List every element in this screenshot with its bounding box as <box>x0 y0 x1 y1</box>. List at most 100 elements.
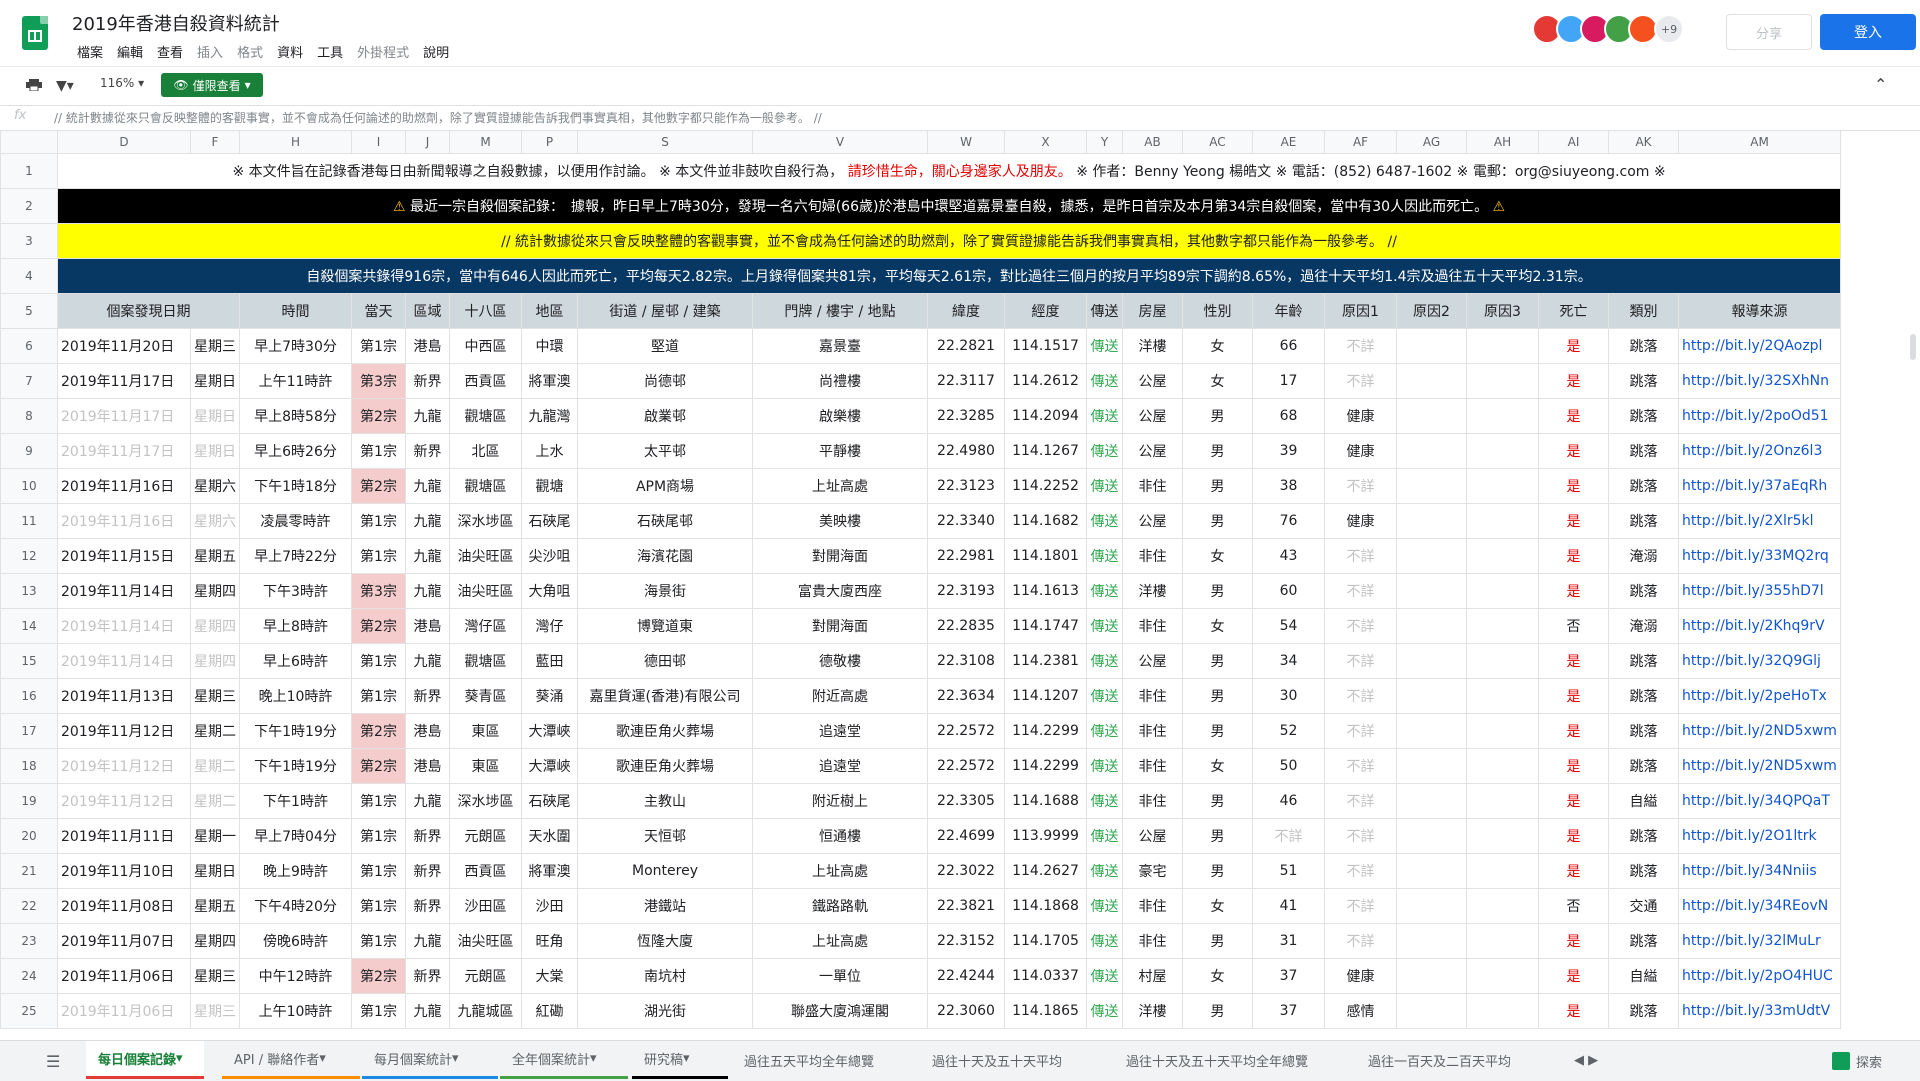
cell-r3[interactable] <box>1466 573 1539 609</box>
column-header[interactable]: M <box>449 130 522 154</box>
cell-r2[interactable] <box>1396 503 1467 539</box>
cell-sex[interactable]: 男 <box>1182 503 1253 539</box>
cell-house[interactable]: 村屋 <box>1122 958 1183 994</box>
cell-area[interactable]: 尖沙咀 <box>521 538 578 574</box>
column-header[interactable]: X <box>1004 130 1087 154</box>
cell-lat[interactable]: 22.3123 <box>927 468 1005 504</box>
cell-reg[interactable]: 港島 <box>405 608 450 644</box>
column-header[interactable]: AK <box>1608 130 1679 154</box>
cell-cat[interactable]: 跳落 <box>1608 853 1679 889</box>
source-link[interactable]: http://bit.ly/33mUdtV <box>1677 993 1842 1029</box>
cell-r2[interactable] <box>1396 888 1467 924</box>
source-link[interactable]: http://bit.ly/2Onz6l3 <box>1677 433 1842 469</box>
cell-day[interactable]: 第3宗 <box>351 573 406 609</box>
cell-age[interactable]: 17 <box>1252 363 1325 399</box>
cell-lng[interactable]: 114.1207 <box>1004 678 1087 714</box>
cell-r2[interactable] <box>1396 538 1467 574</box>
cell-sex[interactable]: 男 <box>1182 468 1253 504</box>
cell-death[interactable]: 是 <box>1538 678 1609 714</box>
cell-place[interactable]: 鐵路路軌 <box>752 888 928 924</box>
cell-cat[interactable]: 跳落 <box>1608 573 1679 609</box>
cell-day[interactable]: 第1宗 <box>351 503 406 539</box>
cell-wd[interactable]: 星期三 <box>190 993 240 1029</box>
cell-lng[interactable]: 114.2094 <box>1004 398 1087 434</box>
cell-lat[interactable]: 22.3285 <box>927 398 1005 434</box>
cell-area[interactable]: 沙田 <box>521 888 578 924</box>
cell-lat[interactable]: 22.4699 <box>927 818 1005 854</box>
cell-time[interactable]: 早上6時26分 <box>239 433 352 469</box>
cell-dist[interactable]: 油尖旺區 <box>449 538 522 574</box>
cell-reg[interactable]: 港島 <box>405 713 450 749</box>
cell-house[interactable]: 洋樓 <box>1122 573 1183 609</box>
cell-place[interactable]: 富貴大廈西座 <box>752 573 928 609</box>
row-number[interactable]: 14 <box>0 608 58 644</box>
cell-r1[interactable]: 不詳 <box>1324 783 1397 819</box>
cell-reg[interactable]: 新界 <box>405 363 450 399</box>
cell-send[interactable]: 傳送 <box>1086 468 1123 504</box>
cell-reg[interactable]: 九龍 <box>405 923 450 959</box>
cell-date[interactable]: 2019年11月12日 <box>57 783 191 819</box>
share-button[interactable]: 分享 <box>1726 14 1812 50</box>
source-link[interactable]: http://bit.ly/34QPQaT <box>1677 783 1842 819</box>
cell-r2[interactable] <box>1396 713 1467 749</box>
sheet-tab[interactable]: 每月個案統計 ▾ <box>362 1041 498 1079</box>
cell-r2[interactable] <box>1396 328 1467 364</box>
cell-sex[interactable]: 男 <box>1182 923 1253 959</box>
cell-r2[interactable] <box>1396 608 1467 644</box>
cell-r3[interactable] <box>1466 503 1539 539</box>
cell-wd[interactable]: 星期一 <box>190 818 240 854</box>
source-link[interactable]: http://bit.ly/34Nniis <box>1677 853 1842 889</box>
cell-house[interactable]: 非住 <box>1122 468 1183 504</box>
cell-cat[interactable]: 跳落 <box>1608 993 1679 1029</box>
cell-street[interactable]: 堅道 <box>577 328 753 364</box>
column-header[interactable]: J <box>405 130 450 154</box>
cell-sex[interactable]: 男 <box>1182 433 1253 469</box>
cell-cat[interactable]: 淹溺 <box>1608 538 1679 574</box>
cell-lng[interactable]: 114.1267 <box>1004 433 1087 469</box>
row-number[interactable]: 6 <box>0 328 58 364</box>
sheet-tab[interactable]: 研究稿 ▾ <box>632 1041 728 1079</box>
cell-send[interactable]: 傳送 <box>1086 573 1123 609</box>
cell-time[interactable]: 早上6時許 <box>239 643 352 679</box>
cell-r3[interactable] <box>1466 643 1539 679</box>
cell-lat[interactable]: 22.2835 <box>927 608 1005 644</box>
cell-death[interactable]: 是 <box>1538 853 1609 889</box>
cell-area[interactable]: 九龍灣 <box>521 398 578 434</box>
column-header[interactable]: H <box>239 130 352 154</box>
cell-lng[interactable]: 114.2627 <box>1004 853 1087 889</box>
cell-area[interactable]: 藍田 <box>521 643 578 679</box>
cell-street[interactable]: 啟業邨 <box>577 398 753 434</box>
cell-lat[interactable]: 22.3193 <box>927 573 1005 609</box>
cell-street[interactable]: 南坑村 <box>577 958 753 994</box>
cell-death[interactable]: 是 <box>1538 993 1609 1029</box>
cell-dist[interactable]: 中西區 <box>449 328 522 364</box>
cell-house[interactable]: 公屋 <box>1122 398 1183 434</box>
source-link[interactable]: http://bit.ly/32lMuLr <box>1677 923 1842 959</box>
cell-sex[interactable]: 男 <box>1182 643 1253 679</box>
cell-r1[interactable]: 不詳 <box>1324 678 1397 714</box>
cell-cat[interactable]: 淹溺 <box>1608 608 1679 644</box>
cell-house[interactable]: 公屋 <box>1122 363 1183 399</box>
cell-r1[interactable]: 不詳 <box>1324 923 1397 959</box>
cell-wd[interactable]: 星期三 <box>190 958 240 994</box>
cell-time[interactable]: 下午1時許 <box>239 783 352 819</box>
cell-reg[interactable]: 新界 <box>405 818 450 854</box>
cell-lng[interactable]: 114.1682 <box>1004 503 1087 539</box>
cell-send[interactable]: 傳送 <box>1086 748 1123 784</box>
cell-date[interactable]: 2019年11月06日 <box>57 993 191 1029</box>
cell-day[interactable]: 第2宗 <box>351 398 406 434</box>
cell-age[interactable]: 30 <box>1252 678 1325 714</box>
cell-death[interactable]: 是 <box>1538 328 1609 364</box>
cell-death[interactable]: 是 <box>1538 573 1609 609</box>
cell-r2[interactable] <box>1396 923 1467 959</box>
cell-date[interactable]: 2019年11月11日 <box>57 818 191 854</box>
cell-r2[interactable] <box>1396 643 1467 679</box>
cell-wd[interactable]: 星期六 <box>190 503 240 539</box>
cell-lat[interactable]: 22.2572 <box>927 713 1005 749</box>
cell-r3[interactable] <box>1466 678 1539 714</box>
cell-house[interactable]: 公屋 <box>1122 818 1183 854</box>
source-link[interactable]: http://bit.ly/355hD7l <box>1677 573 1842 609</box>
cell-place[interactable]: 對開海面 <box>752 538 928 574</box>
cell-reg[interactable]: 新界 <box>405 888 450 924</box>
row-number[interactable]: 3 <box>0 223 58 259</box>
